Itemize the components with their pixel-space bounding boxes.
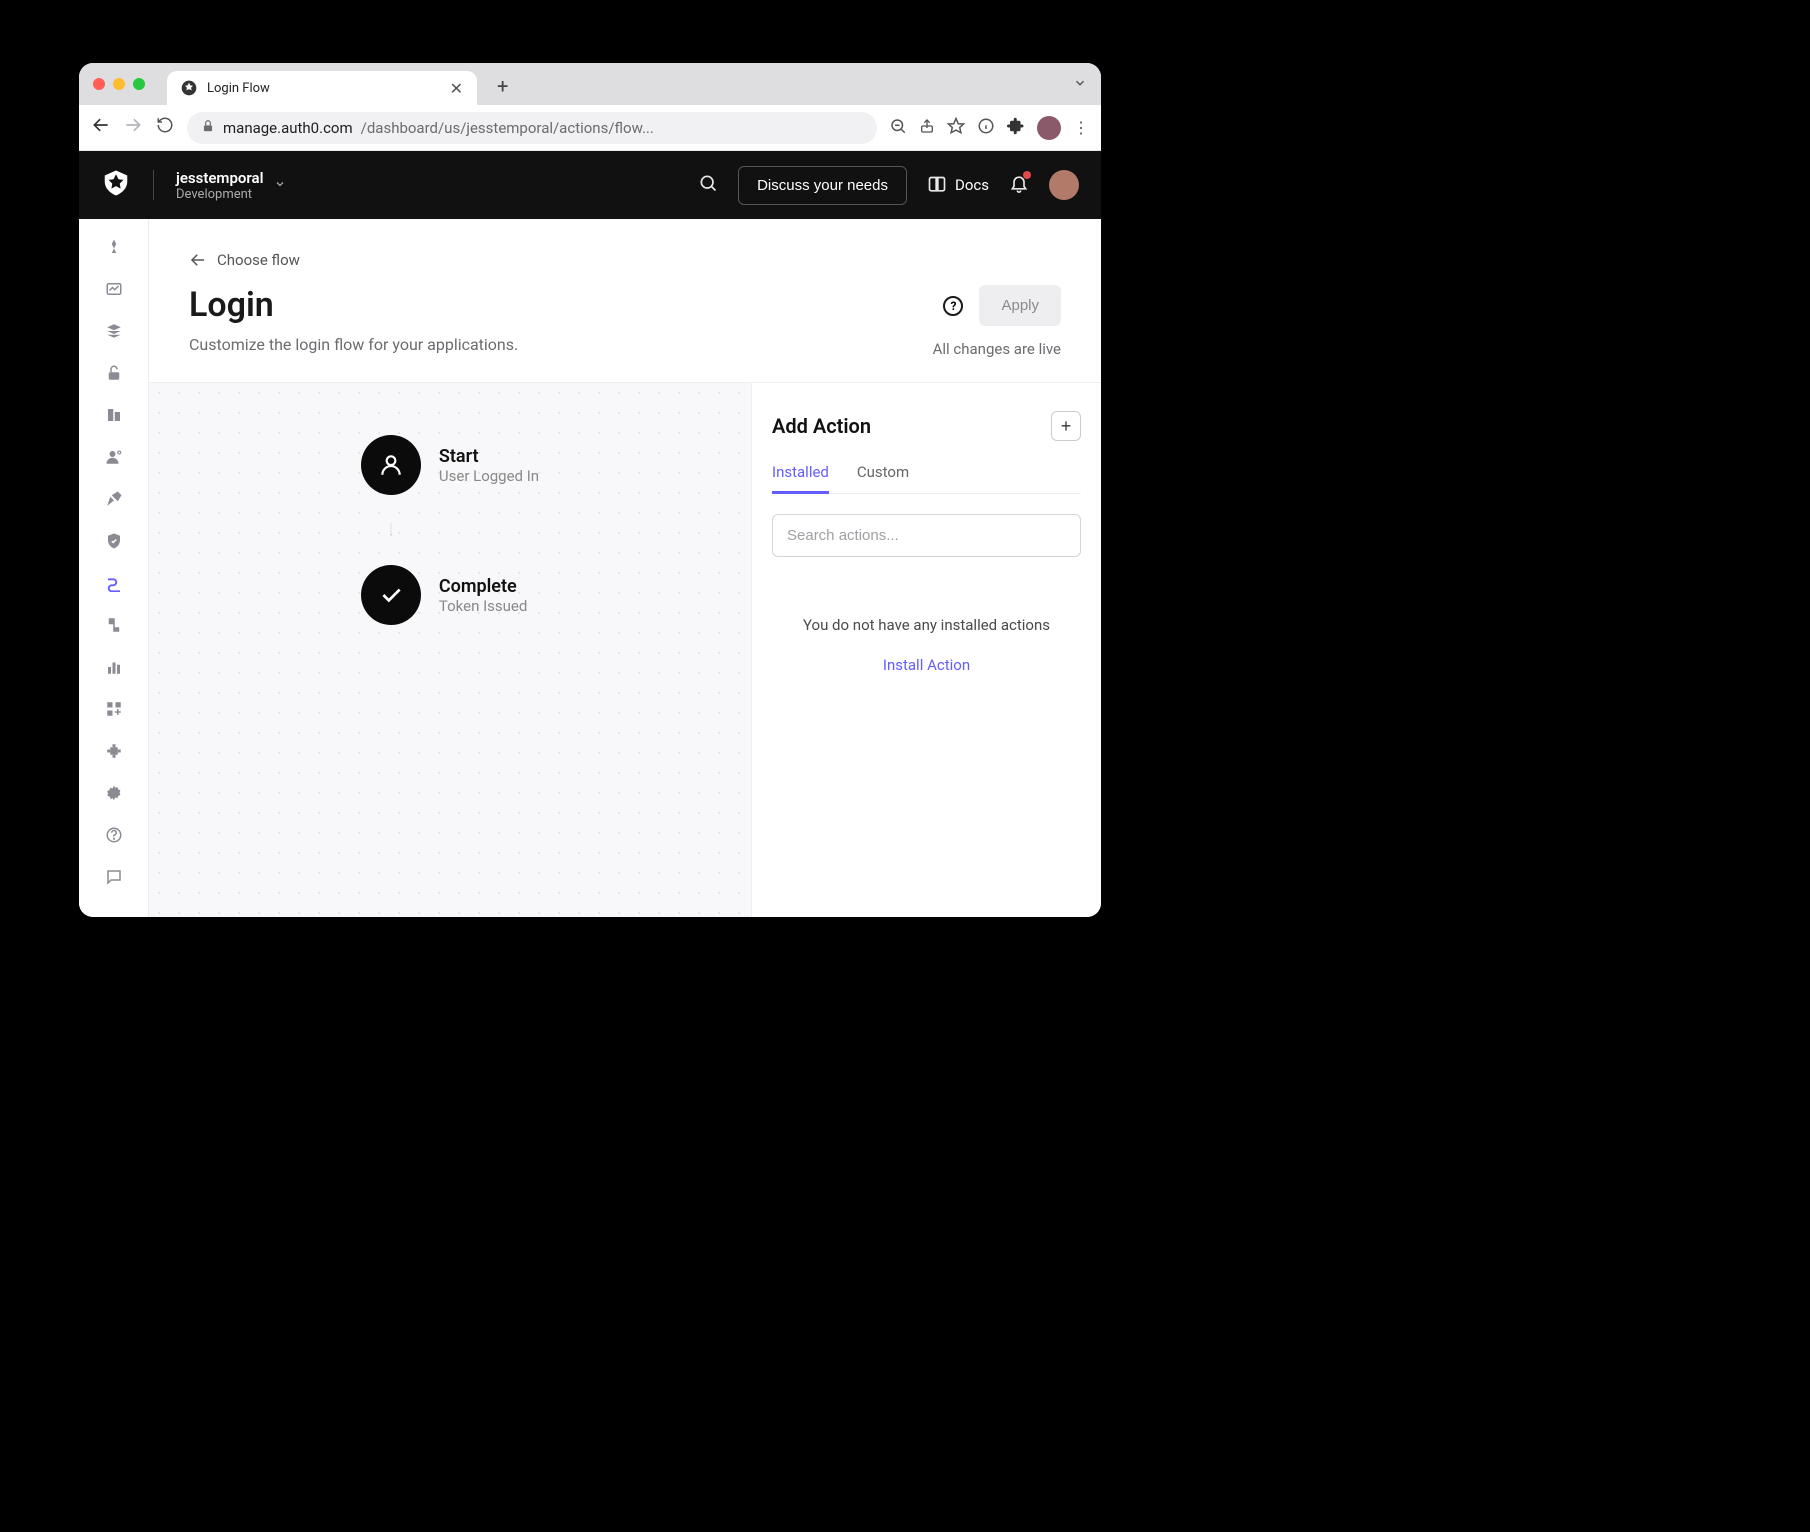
sidebar [79, 219, 149, 917]
minimize-window-button[interactable] [113, 78, 125, 90]
panel-tabs: Installed Custom [772, 463, 1081, 494]
sidebar-security-icon[interactable] [104, 531, 124, 551]
sidebar-settings-icon[interactable] [104, 783, 124, 803]
share-icon[interactable] [919, 118, 935, 138]
sidebar-authentication-icon[interactable] [104, 363, 124, 383]
back-button[interactable] [91, 115, 111, 140]
sidebar-activity-icon[interactable] [104, 279, 124, 299]
flow-canvas[interactable]: Start User Logged In Com [149, 383, 751, 917]
check-icon [361, 565, 421, 625]
empty-state-text: You do not have any installed actions [772, 613, 1081, 637]
close-tab-icon[interactable]: ✕ [450, 79, 463, 98]
user-icon [361, 435, 421, 495]
url-path: /dashboard/us/jesstemporal/actions/flow.… [361, 119, 654, 137]
sidebar-marketplace-icon[interactable] [104, 699, 124, 719]
node-title: Start [439, 446, 539, 467]
new-tab-button[interactable]: + [497, 74, 508, 98]
app-header: jesstemporal Development Discuss your ne… [79, 151, 1101, 219]
url-bar[interactable]: manage.auth0.com/dashboard/us/jesstempor… [187, 112, 877, 144]
lock-icon [201, 119, 215, 137]
chevron-down-icon [274, 178, 286, 193]
flow-node-start[interactable]: Start User Logged In [361, 435, 539, 495]
url-domain: manage.auth0.com [223, 119, 353, 137]
reload-button[interactable] [155, 116, 175, 139]
user-avatar[interactable] [1049, 170, 1079, 200]
tabs-dropdown-icon[interactable] [1073, 76, 1087, 93]
node-subtitle: Token Issued [439, 597, 527, 615]
arrow-left-icon [189, 251, 207, 269]
docs-link[interactable]: Docs [927, 175, 989, 195]
notification-dot [1023, 171, 1031, 179]
forward-button[interactable] [123, 115, 143, 140]
browser-tab[interactable]: Login Flow ✕ [167, 71, 477, 105]
sidebar-pipes-icon[interactable] [104, 615, 124, 635]
breadcrumb[interactable]: Choose flow [189, 251, 1061, 269]
tenant-switcher[interactable]: jesstemporal Development [176, 169, 286, 202]
breadcrumb-label: Choose flow [217, 251, 300, 269]
maximize-window-button[interactable] [133, 78, 145, 90]
sidebar-branding-icon[interactable] [104, 489, 124, 509]
sidebar-monitoring-icon[interactable] [104, 657, 124, 677]
star-icon[interactable] [947, 117, 965, 139]
docs-label: Docs [955, 176, 989, 194]
sidebar-actions-icon[interactable] [104, 573, 124, 593]
changes-live-text: All changes are live [933, 340, 1061, 358]
search-icon[interactable] [698, 173, 718, 197]
auth0-logo-icon[interactable] [101, 168, 131, 202]
node-title: Complete [439, 576, 527, 597]
zoom-icon[interactable] [889, 117, 907, 139]
apply-button[interactable]: Apply [979, 285, 1061, 326]
sidebar-help-icon[interactable] [104, 825, 124, 845]
notifications-button[interactable] [1009, 173, 1029, 197]
sidebar-getting-started-icon[interactable] [104, 237, 124, 257]
discuss-button[interactable]: Discuss your needs [738, 166, 907, 205]
tenant-name: jesstemporal [176, 169, 264, 187]
window-controls [93, 78, 145, 90]
tab-title: Login Flow [207, 81, 270, 96]
menu-icon[interactable]: ⋮ [1073, 118, 1089, 137]
book-icon [927, 175, 947, 195]
profile-avatar[interactable] [1037, 116, 1061, 140]
extensions-icon[interactable] [1007, 117, 1025, 139]
sidebar-applications-icon[interactable] [104, 321, 124, 341]
flow-node-complete[interactable]: Complete Token Issued [361, 565, 527, 625]
close-window-button[interactable] [93, 78, 105, 90]
divider [153, 170, 154, 200]
search-actions-input[interactable] [772, 514, 1081, 557]
favicon-icon [181, 80, 197, 96]
sidebar-users-icon[interactable] [104, 447, 124, 467]
page-subtitle: Customize the login flow for your applic… [189, 335, 518, 354]
browser-titlebar: Login Flow ✕ + [79, 63, 1101, 105]
add-action-button[interactable]: + [1051, 411, 1081, 441]
sidebar-organizations-icon[interactable] [104, 405, 124, 425]
install-action-link[interactable]: Install Action [883, 656, 970, 674]
tab-installed[interactable]: Installed [772, 463, 829, 493]
info-icon[interactable] [977, 117, 995, 139]
tenant-env: Development [176, 187, 264, 202]
node-subtitle: User Logged In [439, 467, 539, 485]
browser-address-bar: manage.auth0.com/dashboard/us/jesstempor… [79, 105, 1101, 151]
sidebar-feedback-icon[interactable] [104, 867, 124, 887]
sidebar-extensions-icon[interactable] [104, 741, 124, 761]
help-icon[interactable]: ? [943, 296, 963, 316]
add-action-panel: Add Action + Installed Custom You do not… [751, 383, 1101, 917]
page-title: Login [189, 285, 518, 325]
tab-custom[interactable]: Custom [857, 463, 909, 493]
flow-arrow [390, 495, 392, 565]
panel-title: Add Action [772, 414, 871, 438]
